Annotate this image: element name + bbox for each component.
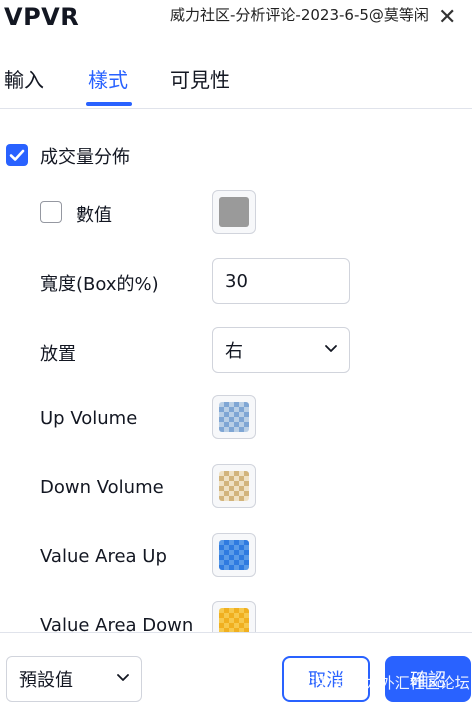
width-input[interactable]: 30 [212, 258, 350, 304]
up-volume-color-swatch [219, 402, 249, 432]
values-label: 數值 [76, 205, 112, 226]
watermark-text: 知乎 @威力外汇社区论坛 [300, 674, 470, 692]
tab-visibility[interactable]: 可見性 [170, 64, 230, 93]
volume-profile-checkbox[interactable] [6, 144, 28, 166]
watermark-text: 威力社区-分析评论-2023-6-5@莫等闲 [170, 6, 429, 24]
active-tab-indicator [86, 102, 132, 106]
values-checkbox[interactable] [40, 201, 62, 223]
down-volume-color-swatch [219, 471, 249, 501]
tab-inputs[interactable]: 輸入 [4, 64, 44, 93]
down-volume-color-picker[interactable] [212, 464, 256, 508]
value-area-up-label: Value Area Up [40, 546, 167, 567]
placement-label: 放置 [40, 344, 76, 365]
defaults-label: 預設值 [19, 670, 73, 691]
up-volume-color-picker[interactable] [212, 395, 256, 439]
defaults-dropdown[interactable]: 預設值 [6, 656, 142, 702]
down-volume-label: Down Volume [40, 477, 164, 498]
checkmark-icon [9, 149, 25, 161]
placement-selected-value: 右 [225, 341, 243, 362]
value-area-up-color-swatch [219, 540, 249, 570]
up-volume-label: Up Volume [40, 408, 138, 429]
chevron-down-icon [117, 674, 129, 681]
volume-profile-label: 成交量分佈 [40, 147, 130, 168]
placement-select[interactable]: 右 [212, 327, 350, 373]
chevron-down-icon [325, 345, 337, 352]
width-label: 寬度(Box的%) [40, 274, 159, 295]
tab-style[interactable]: 樣式 [88, 64, 128, 93]
value-area-up-color-picker[interactable] [212, 533, 256, 577]
values-color-swatch [219, 197, 249, 227]
close-icon[interactable]: ✕ [438, 5, 456, 30]
dialog-title: VPVR [4, 3, 80, 31]
tabs-divider [0, 108, 472, 109]
values-color-picker[interactable] [212, 190, 256, 234]
footer-divider [0, 632, 472, 633]
